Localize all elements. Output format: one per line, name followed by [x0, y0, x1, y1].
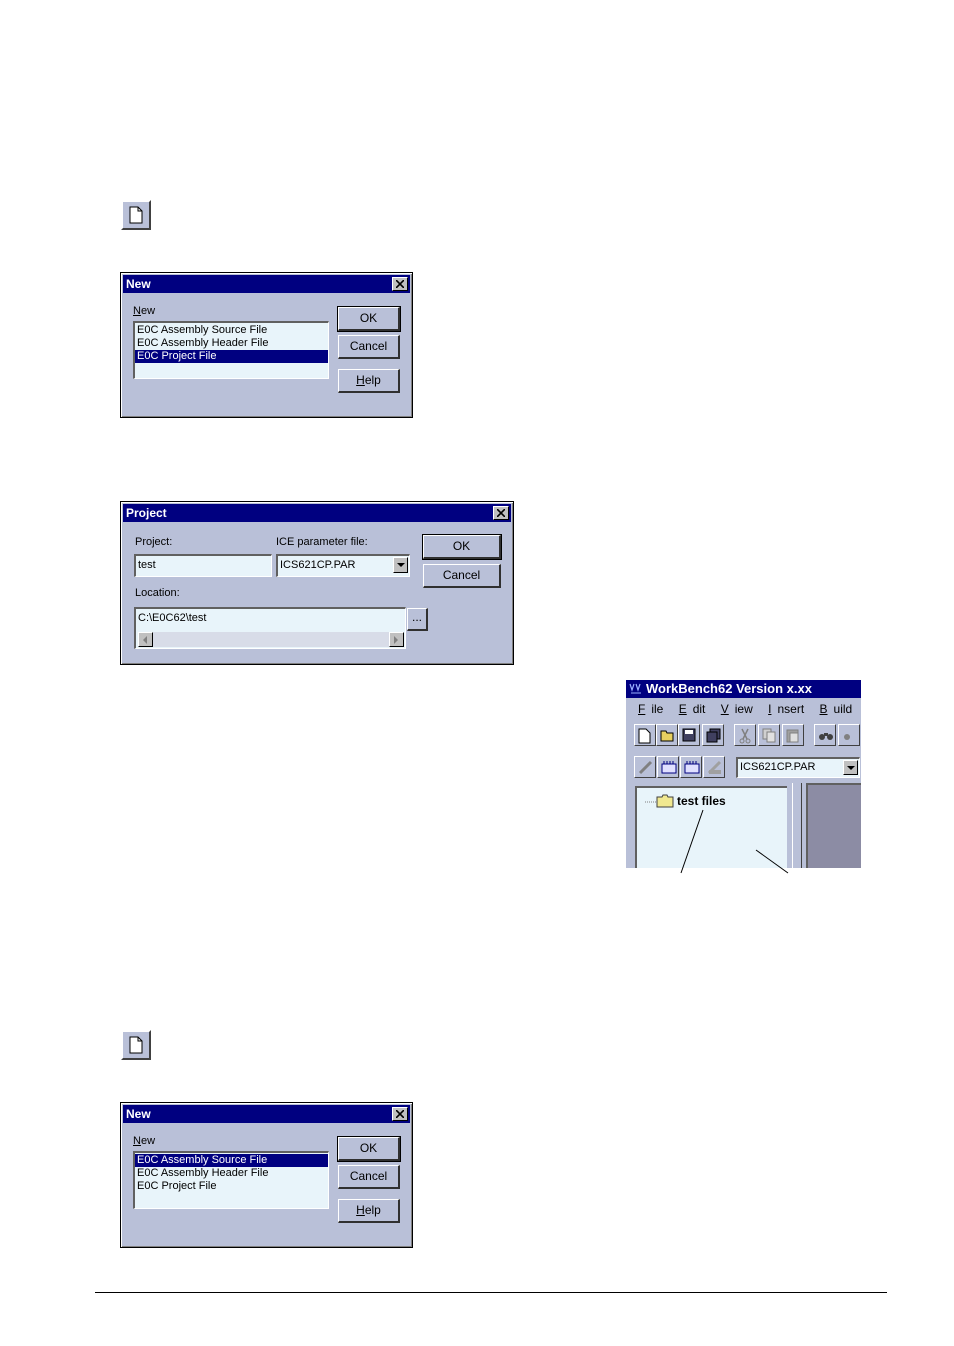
- menu-file[interactable]: File: [632, 702, 663, 716]
- new-dialog: New New E0C Assembly Source File E0C Ass…: [120, 272, 413, 418]
- project-label: Project:: [135, 536, 173, 548]
- cancel-button[interactable]: Cancel: [423, 564, 501, 588]
- location-input[interactable]: C:\E0C62\test: [134, 607, 406, 649]
- par-file-value: ICS621CP.PAR: [740, 761, 816, 773]
- rebuild-button[interactable]: [680, 756, 702, 778]
- new-type-list[interactable]: E0C Assembly Source File E0C Assembly He…: [133, 1151, 329, 1209]
- help-button[interactable]: Help: [338, 369, 400, 393]
- ok-button[interactable]: OK: [337, 306, 401, 332]
- new-file-button[interactable]: [121, 1030, 151, 1060]
- dialog-title: New: [126, 1107, 151, 1121]
- menu-insert[interactable]: Insert: [762, 702, 804, 716]
- ok-button[interactable]: OK: [337, 1136, 401, 1162]
- new-file-button[interactable]: [634, 724, 656, 746]
- stop-build-icon: [707, 760, 722, 775]
- new-file-button[interactable]: [121, 200, 151, 230]
- binoculars-icon: [819, 733, 833, 740]
- menu-build[interactable]: Build: [814, 702, 853, 716]
- callout-line-folder: [680, 809, 704, 874]
- dropdown-button[interactable]: [393, 557, 408, 573]
- open-button[interactable]: [656, 724, 678, 746]
- close-button[interactable]: [493, 506, 509, 520]
- close-icon: [396, 1110, 404, 1118]
- build-button[interactable]: [657, 756, 679, 778]
- location-label: Location:: [135, 587, 180, 599]
- app-title: WorkBench62 Version x.xx: [646, 681, 812, 696]
- new-type-list[interactable]: E0C Assembly Source File E0C Assembly He…: [133, 321, 329, 379]
- cancel-button[interactable]: Cancel: [338, 335, 400, 359]
- scroll-right-button[interactable]: [389, 632, 404, 647]
- dialog-titlebar: Project: [123, 504, 511, 522]
- compile-button[interactable]: [634, 756, 656, 778]
- ice-parameter-value: ICS621CP.PAR: [280, 559, 356, 571]
- dropdown-button[interactable]: [843, 760, 858, 775]
- replace-button[interactable]: [838, 724, 860, 746]
- cancel-button[interactable]: Cancel: [338, 1165, 400, 1189]
- footer-divider: [95, 1292, 887, 1293]
- dialog-titlebar: New: [123, 275, 410, 293]
- par-file-select[interactable]: ICS621CP.PAR: [736, 757, 860, 778]
- save-button[interactable]: [678, 724, 700, 746]
- list-item[interactable]: E0C Assembly Source File: [135, 1154, 328, 1167]
- scissors-icon: [739, 728, 751, 744]
- app-logo-icon: [629, 682, 643, 696]
- paste-button[interactable]: [782, 724, 804, 746]
- close-button[interactable]: [392, 1107, 408, 1121]
- list-item[interactable]: E0C Project File: [135, 350, 328, 363]
- cut-button[interactable]: [734, 724, 756, 746]
- chevron-down-icon: [397, 563, 405, 567]
- arrow-left-icon: [143, 636, 147, 644]
- ice-parameter-select[interactable]: ICS621CP.PAR: [276, 554, 410, 577]
- new-file-icon: [129, 206, 143, 224]
- chevron-down-icon: [847, 766, 855, 770]
- save-all-icon: [706, 728, 721, 743]
- scroll-left-button[interactable]: [138, 632, 153, 647]
- dialog-title: New: [126, 277, 151, 291]
- dialog-title: Project: [126, 506, 167, 520]
- copy-icon: [762, 728, 776, 743]
- rebuild-icon: [684, 761, 700, 774]
- new-list-label: New: [133, 1135, 156, 1147]
- compile-icon: [638, 760, 653, 775]
- list-item[interactable]: E0C Assembly Header File: [135, 1167, 328, 1180]
- stop-build-button[interactable]: [703, 756, 725, 778]
- list-item[interactable]: E0C Project File: [135, 1180, 328, 1193]
- new-file-icon: [129, 1036, 143, 1054]
- horizontal-scrollbar[interactable]: [138, 632, 404, 647]
- app-titlebar: WorkBench62 Version x.xx: [626, 680, 861, 698]
- paste-icon: [786, 729, 799, 743]
- dialog-titlebar: New: [123, 1105, 410, 1123]
- new-dialog: New New E0C Assembly Source File E0C Ass…: [120, 1102, 413, 1248]
- ok-button[interactable]: OK: [422, 534, 502, 560]
- menu-bar: File Edit View Insert Build Tools He: [626, 699, 861, 719]
- folder-open-icon: [660, 730, 674, 742]
- copy-button[interactable]: [758, 724, 780, 746]
- editor-area: [806, 783, 861, 868]
- list-item[interactable]: E0C Assembly Source File: [135, 324, 328, 337]
- new-list-label: New: [133, 305, 156, 317]
- menu-edit[interactable]: Edit: [673, 702, 706, 716]
- save-icon: [682, 728, 696, 742]
- browse-button[interactable]: ...: [407, 608, 428, 631]
- callout-line-pane: [755, 849, 789, 874]
- close-button[interactable]: [392, 277, 408, 291]
- find-button[interactable]: [814, 724, 836, 746]
- project-dialog: Project Project: test ICE parameter file…: [120, 501, 514, 665]
- replace-icon: [844, 734, 850, 740]
- ice-parameter-label: ICE parameter file:: [276, 536, 368, 548]
- help-button[interactable]: Help: [338, 1199, 400, 1223]
- project-name-input[interactable]: test: [134, 554, 272, 577]
- list-item[interactable]: E0C Assembly Header File: [135, 337, 328, 350]
- build-icon: [661, 761, 677, 774]
- close-icon: [396, 280, 404, 288]
- callout-lines: [680, 809, 789, 874]
- arrow-right-icon: [394, 636, 398, 644]
- save-all-button[interactable]: [702, 724, 724, 746]
- location-value: C:\E0C62\test: [138, 612, 207, 624]
- new-file-icon: [638, 728, 651, 744]
- close-icon: [497, 509, 505, 517]
- menu-view[interactable]: View: [715, 702, 753, 716]
